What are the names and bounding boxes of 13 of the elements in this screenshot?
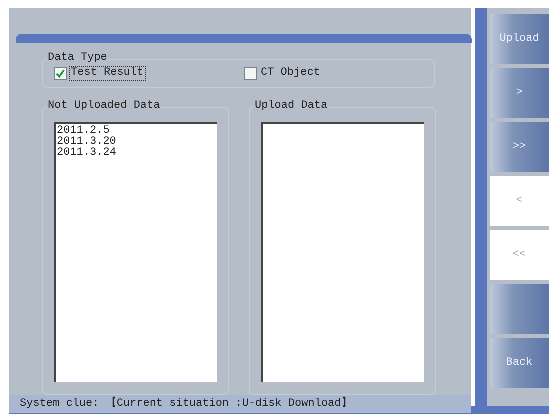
side-button[interactable] [490, 284, 549, 334]
checkbox-label[interactable]: CT Object [259, 66, 322, 81]
list-item[interactable]: 2011.2.5 [57, 126, 216, 137]
group-legend: Upload Data [254, 100, 329, 113]
checkbox[interactable] [54, 67, 67, 80]
list-box[interactable]: 2011.2.5 2011.3.20 2011.3.24 [54, 122, 217, 382]
group-legend: Data Type [47, 52, 108, 65]
group-legend: Not Uploaded Data [47, 100, 162, 113]
status-text: System clue: 【Current situation :U-disk Download】 [20, 398, 352, 410]
checkbox[interactable] [244, 67, 257, 80]
list-item[interactable]: 2011.3.24 [57, 148, 216, 159]
checkbox-label[interactable]: Test Result [69, 66, 146, 81]
list-item[interactable]: 2011.3.20 [57, 137, 216, 148]
